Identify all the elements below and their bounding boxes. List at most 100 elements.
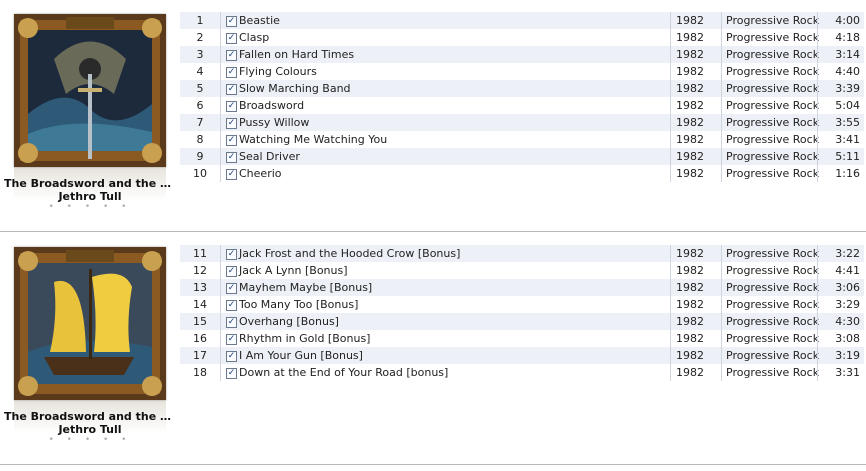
track-checkbox[interactable]: ✓ (226, 135, 237, 146)
track-row[interactable]: 13 ✓ Mayhem Maybe [Bonus] 1982 Progressive R… (180, 279, 864, 296)
track-row[interactable]: 14 ✓ Too Many Too [Bonus] 1982 Progressive R… (180, 296, 864, 313)
track-genre: Progressive Rock (726, 82, 820, 95)
track-checkbox[interactable]: ✓ (226, 169, 237, 180)
track-year: 1982 (676, 14, 704, 27)
track-time: 5:04 (835, 99, 860, 112)
track-checkbox[interactable]: ✓ (226, 33, 237, 44)
track-row[interactable]: 6 ✓ Broadsword 1982 Progressive Rock 5:04 (180, 97, 864, 114)
track-name: Slow Marching Band (239, 82, 351, 95)
track-name: Jack Frost and the Hooded Crow [Bonus] (239, 247, 461, 260)
track-name: Fallen on Hard Times (239, 48, 355, 61)
track-checkbox[interactable]: ✓ (226, 16, 237, 27)
track-row[interactable]: 15 ✓ Overhang [Bonus] 1982 Progressive Rock 4… (180, 313, 864, 330)
track-genre: Progressive Rock (726, 298, 820, 311)
track-name: Too Many Too [Bonus] (239, 298, 359, 311)
track-checkbox[interactable]: ✓ (226, 84, 237, 95)
track-genre: Progressive Rock (726, 65, 820, 78)
track-name: I Am Your Gun [Bonus] (239, 349, 363, 362)
track-checkbox[interactable]: ✓ (226, 334, 237, 345)
track-number: 10 (193, 167, 207, 180)
track-number: 4 (196, 65, 204, 78)
track-time: 3:55 (835, 116, 860, 129)
track-row[interactable]: 5 ✓ Slow Marching Band 1982 Progressive Rock… (180, 80, 864, 97)
track-time: 4:40 (835, 65, 860, 78)
track-genre: Progressive Rock (726, 315, 820, 328)
track-number: 11 (193, 247, 207, 260)
track-checkbox[interactable]: ✓ (226, 118, 237, 129)
track-checkbox[interactable]: ✓ (226, 266, 237, 277)
track-number: 3 (196, 48, 204, 61)
track-name: Cheerio (239, 167, 282, 180)
track-genre: Progressive Rock (726, 167, 820, 180)
track-row[interactable]: 10 ✓ Cheerio 1982 Progressive Rock 1:16 (180, 165, 864, 182)
track-row[interactable]: 11 ✓ Jack Frost and the Hooded Crow [Bonus… (180, 245, 864, 262)
track-time: 4:18 (835, 31, 860, 44)
track-year: 1982 (676, 281, 704, 294)
track-name: Clasp (239, 31, 270, 44)
track-row[interactable]: 9 ✓ Seal Driver 1982 Progressive Rock 5:11 (180, 148, 864, 165)
album-title: The Broadsword and the Be... (4, 410, 176, 423)
track-row[interactable]: 8 ✓ Watching Me Watching You 1982 Progressiv… (180, 131, 864, 148)
track-number: 1 (196, 14, 204, 27)
track-year: 1982 (676, 349, 704, 362)
track-row[interactable]: 7 ✓ Pussy Willow 1982 Progressive Rock 3:55 (180, 114, 864, 131)
track-time: 5:11 (835, 150, 860, 163)
column-divider (670, 245, 671, 381)
track-name: Mayhem Maybe [Bonus] (239, 281, 373, 294)
album-group: The Broadsword and the Be... Jethro Tull… (0, 0, 866, 231)
album-title: The Broadsword and the Be... (4, 177, 176, 190)
track-name: Jack A Lynn [Bonus] (239, 264, 348, 277)
track-number: 17 (193, 349, 207, 362)
track-number: 12 (193, 264, 207, 277)
track-genre: Progressive Rock (726, 31, 820, 44)
track-time: 3:22 (835, 247, 860, 260)
track-checkbox[interactable]: ✓ (226, 283, 237, 294)
track-checkbox[interactable]: ✓ (226, 351, 237, 362)
track-time: 3:29 (835, 298, 860, 311)
track-row[interactable]: 1 ✓ Beastie 1982 Progressive Rock 4:00 (180, 12, 864, 29)
track-checkbox[interactable]: ✓ (226, 67, 237, 78)
track-genre: Progressive Rock (726, 116, 820, 129)
album-artwork[interactable] (14, 14, 166, 167)
track-time: 4:00 (835, 14, 860, 27)
track-year: 1982 (676, 298, 704, 311)
track-name: Broadsword (239, 99, 305, 112)
track-number: 6 (196, 99, 204, 112)
track-checkbox[interactable]: ✓ (226, 368, 237, 379)
track-checkbox[interactable]: ✓ (226, 50, 237, 61)
rating-dots[interactable]: • • • • • (4, 202, 176, 212)
track-genre: Progressive Rock (726, 349, 820, 362)
track-checkbox[interactable]: ✓ (226, 300, 237, 311)
column-divider (670, 12, 671, 182)
rating-dots[interactable]: • • • • • (4, 435, 176, 445)
track-number: 5 (196, 82, 204, 95)
track-number: 13 (193, 281, 207, 294)
track-checkbox[interactable]: ✓ (226, 152, 237, 163)
track-name: Beastie (239, 14, 280, 27)
track-time: 3:06 (835, 281, 860, 294)
track-row[interactable]: 4 ✓ Flying Colours 1982 Progressive Rock 4:40 (180, 63, 864, 80)
track-row[interactable]: 12 ✓ Jack A Lynn [Bonus] 1982 Progressive Ro… (180, 262, 864, 279)
track-row[interactable]: 17 ✓ I Am Your Gun [Bonus] 1982 Progressive … (180, 347, 864, 364)
album-separator (0, 464, 866, 465)
track-time: 3:19 (835, 349, 860, 362)
track-row[interactable]: 16 ✓ Rhythm in Gold [Bonus] 1982 Progressive… (180, 330, 864, 347)
track-year: 1982 (676, 315, 704, 328)
track-time: 3:14 (835, 48, 860, 61)
album-artwork[interactable] (14, 247, 166, 400)
track-name: Seal Driver (239, 150, 300, 163)
track-checkbox[interactable]: ✓ (226, 101, 237, 112)
track-time: 3:41 (835, 133, 860, 146)
track-row[interactable]: 3 ✓ Fallen on Hard Times 1982 Progressive Ro… (180, 46, 864, 63)
column-divider (721, 245, 722, 381)
column-divider (220, 12, 221, 182)
track-row[interactable]: 2 ✓ Clasp 1982 Progressive Rock 4:18 (180, 29, 864, 46)
album-separator (0, 231, 866, 232)
track-genre: Progressive Rock (726, 281, 820, 294)
track-name: Rhythm in Gold [Bonus] (239, 332, 371, 345)
track-checkbox[interactable]: ✓ (226, 317, 237, 328)
column-divider (721, 12, 722, 182)
track-checkbox[interactable]: ✓ (226, 249, 237, 260)
track-row[interactable]: 18 ✓ Down at the End of Your Road [bonus] 1… (180, 364, 864, 381)
track-list: 11 ✓ Jack Frost and the Hooded Crow [Bonus… (180, 245, 864, 381)
